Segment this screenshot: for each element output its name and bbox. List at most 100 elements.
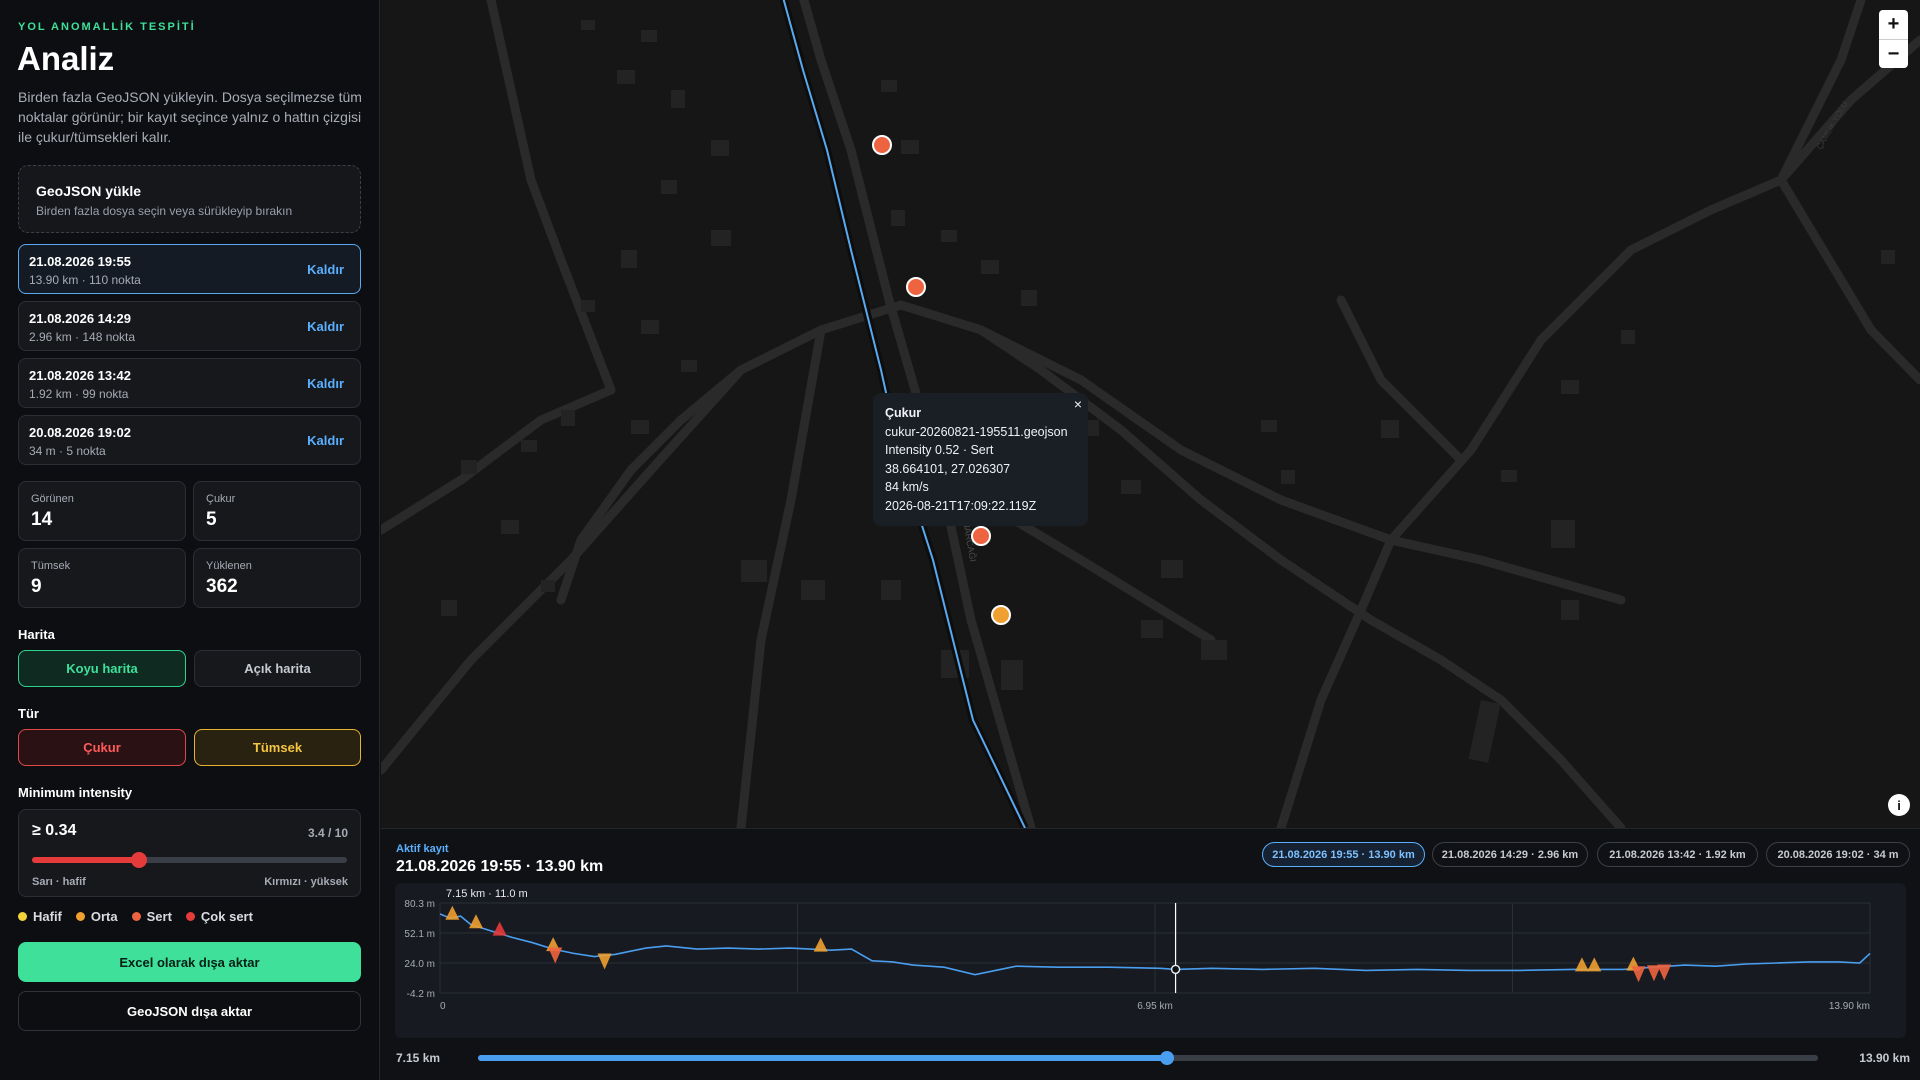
intensity-slider-thumb[interactable] [131, 852, 148, 868]
map-roads [381, 0, 1920, 828]
app-eyebrow: YOL ANOMALLİK TESPİTİ [18, 21, 196, 33]
record-chip[interactable]: 20.08.2026 19:02 · 34 m [1766, 842, 1910, 867]
map-popup: × Çukur cukur-20260821-195511.geojson In… [873, 393, 1088, 526]
intensity-slider-track[interactable] [32, 852, 347, 868]
severity-legend: Hafif Orta Sert Çok sert [18, 909, 253, 924]
geojson-upload-dropzone[interactable]: GeoJSON yükle Birden fazla dosya seçin v… [18, 165, 361, 233]
pothole-marker[interactable] [548, 947, 563, 964]
chart-cursor-label: 7.15 km · 11.0 m [446, 888, 528, 900]
bump-marker[interactable] [1574, 957, 1589, 972]
remove-file-button[interactable]: Kaldır [307, 433, 344, 448]
record-chip[interactable]: 21.08.2026 13:42 · 1.92 km [1597, 842, 1758, 867]
remove-file-button[interactable]: Kaldır [307, 319, 344, 334]
intensity-slider-fill [32, 857, 140, 863]
stat-pothole: Çukur 5 [193, 481, 361, 541]
bump-marker[interactable] [445, 905, 460, 920]
file-date: 20.08.2026 19:02 [29, 425, 131, 440]
elevation-chart[interactable]: 80.3 m 52.1 m 24.0 m -4.2 m 0 6.95 km 13.90 km… [395, 883, 1906, 1038]
bump-filter-button[interactable]: Tümsek [194, 729, 361, 766]
popup-title: Çukur [885, 406, 922, 420]
bump-marker[interactable] [469, 914, 484, 929]
legend-dot-icon [75, 912, 85, 921]
pothole-marker-selected[interactable] [971, 526, 991, 546]
x-tick-label: 13.90 km [1829, 1001, 1870, 1012]
info-icon[interactable]: i [1888, 794, 1910, 816]
legend-item: Orta [75, 909, 118, 924]
range-slider-track[interactable] [478, 1051, 1818, 1065]
range-slider-thumb[interactable] [1159, 1051, 1174, 1065]
range-slider-fill [478, 1055, 1167, 1061]
file-date: 21.08.2026 19:55 [29, 254, 131, 269]
x-tick-label: 6.95 km [1137, 1001, 1173, 1012]
legend-label: Hafif [33, 909, 62, 924]
legend-item: Hafif [18, 909, 62, 924]
remove-file-button[interactable]: Kaldır [307, 376, 344, 391]
legend-label: Çok sert [200, 909, 253, 924]
zoom-in-button[interactable]: + [1879, 10, 1908, 39]
file-item[interactable]: 21.08.2026 13:42 1.92 km · 99 nokta Kald… [18, 358, 361, 408]
bump-marker[interactable] [1587, 957, 1602, 972]
file-meta: 13.90 km · 110 nokta [29, 273, 141, 287]
map-buildings [441, 20, 1895, 763]
legend-label: Sert [146, 909, 172, 924]
stat-value: 9 [31, 576, 42, 597]
pothole-filter-button[interactable]: Çukur [18, 729, 186, 766]
map-view[interactable]: KANARCAĞI ÇAMLIK YOLU + − i [381, 0, 1920, 828]
file-item[interactable]: 21.08.2026 19:55 13.90 km · 110 nokta Ka… [18, 244, 361, 294]
y-tick-label: 24.0 m [404, 959, 435, 970]
legend-item: Çok sert [185, 909, 253, 924]
bump-marker[interactable] [813, 937, 828, 952]
page-description: Birden fazla GeoJSON yükleyin. Dosya seç… [18, 89, 362, 145]
export-geojson-button[interactable]: GeoJSON dışa aktar [18, 991, 361, 1031]
popup-intensity: Intensity 0.52 · Sert [885, 443, 994, 457]
stat-label: Görünen [31, 493, 74, 505]
intensity-label: Minimum intensity [18, 785, 133, 800]
pothole-marker[interactable] [1657, 964, 1672, 981]
dark-map-button[interactable]: Koyu harita [18, 650, 186, 687]
remove-file-button[interactable]: Kaldır [307, 262, 344, 277]
y-tick-label: -4.2 m [407, 989, 435, 1000]
page-title: Analiz [17, 40, 115, 77]
popup-file: cukur-20260821-195511.geojson [885, 424, 1068, 439]
active-record-title: 21.08.2026 19:55 · 13.90 km [396, 858, 604, 875]
intensity-panel: ≥ 0.34 3.4 / 10 Sarı · hafif Kırmızı · y… [18, 809, 361, 897]
file-date: 21.08.2026 13:42 [29, 368, 131, 383]
pothole-marker[interactable] [597, 953, 612, 970]
legend-label: Orta [90, 909, 118, 924]
upload-title: GeoJSON yükle [36, 183, 142, 199]
type-section-label: Tür [18, 706, 39, 721]
y-tick-label: 80.3 m [404, 899, 435, 910]
file-item[interactable]: 21.08.2026 14:29 2.96 km · 148 nokta Kal… [18, 301, 361, 351]
intensity-high-label: Kırmızı · yüksek [264, 876, 348, 888]
y-tick-label: 52.1 m [404, 929, 435, 940]
range-end-label: 13.90 km [1859, 1051, 1910, 1065]
elevation-panel: Aktif kayıt 21.08.2026 19:55 · 13.90 km … [381, 828, 1920, 1080]
legend-dot-icon [18, 912, 27, 921]
sidebar: YOL ANOMALLİK TESPİTİ Analiz Birden fazl… [0, 0, 380, 1080]
record-chip[interactable]: 21.08.2026 14:29 · 2.96 km [1432, 842, 1588, 867]
map-section-label: Harita [18, 627, 55, 642]
legend-item: Sert [131, 909, 172, 924]
stat-loaded: Yüklenen 362 [193, 548, 361, 608]
bump-marker[interactable] [492, 921, 507, 936]
popup-close-icon[interactable]: × [1074, 395, 1082, 414]
pothole-marker[interactable] [872, 135, 892, 155]
stat-value: 14 [31, 509, 53, 530]
zoom-out-button[interactable]: − [1879, 39, 1908, 68]
light-map-button[interactable]: Açık harita [194, 650, 361, 687]
stat-label: Yüklenen [206, 560, 252, 572]
x-tick-label: 0 [440, 1001, 446, 1012]
stat-label: Çukur [206, 493, 236, 505]
map-canvas: KANARCAĞI ÇAMLIK YOLU [381, 0, 1920, 828]
intensity-low-label: Sarı · hafif [32, 876, 86, 888]
pothole-marker[interactable] [991, 605, 1011, 625]
file-item[interactable]: 20.08.2026 19:02 34 m · 5 nokta Kaldır [18, 415, 361, 465]
popup-speed: 84 km/s [885, 480, 929, 494]
export-excel-button[interactable]: Excel olarak dışa aktar [18, 942, 361, 982]
pothole-marker[interactable] [906, 277, 926, 297]
stat-value: 362 [206, 576, 238, 597]
elevation-chart-box: 80.3 m 52.1 m 24.0 m -4.2 m 0 6.95 km 13.90 km… [395, 883, 1906, 1038]
pothole-marker[interactable] [1631, 966, 1646, 983]
range-start-label: 7.15 km [396, 1051, 441, 1065]
record-chip[interactable]: 21.08.2026 19:55 · 13.90 km [1262, 842, 1425, 867]
